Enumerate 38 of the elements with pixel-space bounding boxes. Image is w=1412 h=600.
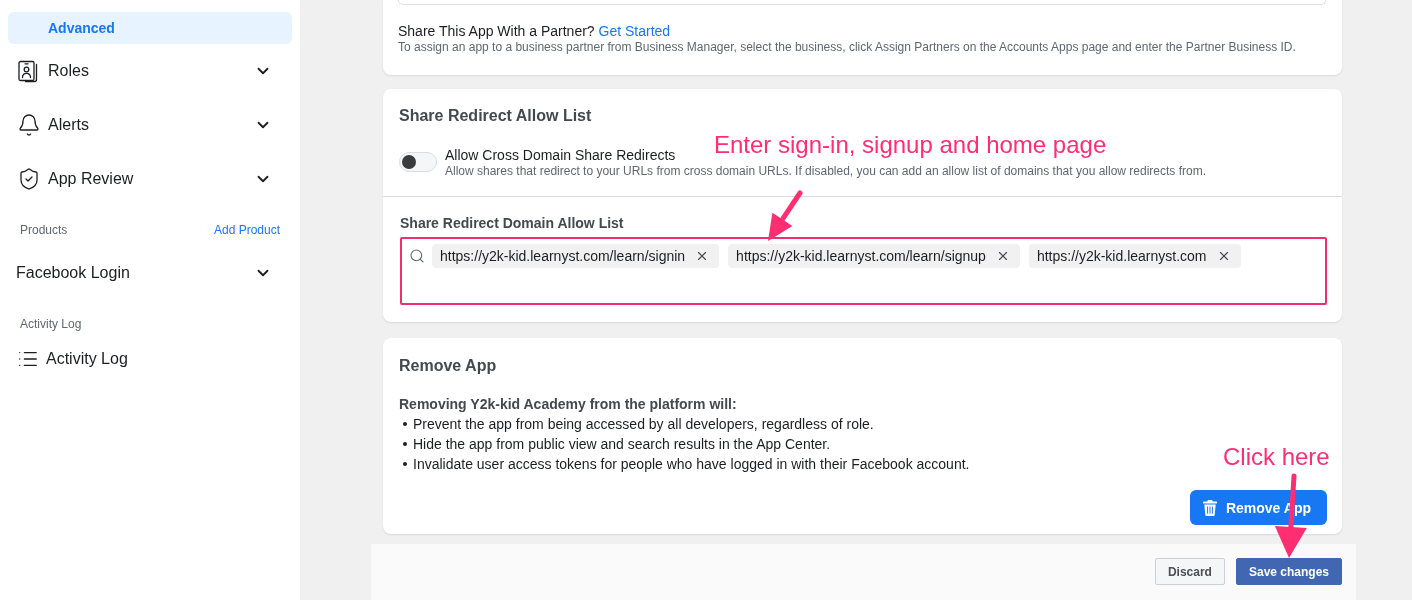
bullet-text: Prevent the app from being accessed by all developers, regardless of role. (413, 415, 874, 434)
partner-prompt: Share This App With a Partner? Get Started (398, 23, 671, 39)
section-label: Products (20, 223, 68, 237)
sidebar-item[interactable]: Roles (8, 44, 292, 98)
removal-intro: Removing Y2k-kid Academy from the platform will: (399, 395, 737, 414)
add-product-link[interactable]: Add Product (213, 223, 280, 237)
card-title: Share Redirect Allow List (399, 106, 592, 126)
save-button[interactable]: Save changes (1235, 558, 1342, 585)
discard-button[interactable]: Discard (1154, 558, 1225, 585)
field-label: Share Redirect Domain Allow List (400, 215, 624, 231)
toggle-label: Allow Cross Domain Share Redirects (445, 147, 676, 163)
annotation-text: Click here (1223, 443, 1330, 471)
get-started-link[interactable]: Get Started (598, 23, 671, 39)
sidebar-item[interactable]: Alerts (8, 98, 292, 152)
sidebar-item[interactable]: Facebook Login (8, 254, 292, 292)
shield-check-icon (17, 167, 41, 191)
sidebar-item[interactable]: Activity Log (8, 339, 292, 379)
domain-input-field[interactable]: https://y2k-kid.learnyst.com/learn/signin https://y2k-kid.learnyst.com/learn/signup https://y2k-kid.learnyst.com (400, 237, 1327, 305)
tag-text: https://y2k-kid.learnyst.com (1036, 248, 1207, 264)
bell-icon (17, 113, 41, 137)
bullet-text: Hide the app from public view and search results in the App Center. (413, 435, 831, 454)
section-label: Activity Log (20, 317, 82, 331)
partner-description: To assign an app to a business partner from Business Manager, select the business, click Assign Partners on the Accounts Apps page and enter the Partner Business ID. (398, 39, 1296, 55)
bullet-icon (403, 442, 407, 446)
tag-text: https://y2k-kid.learnyst.com/learn/signup (736, 248, 986, 264)
callout-arrow (768, 190, 803, 241)
bullet-icon (403, 422, 407, 426)
bullet-text: Invalidate user access tokens for people who have logged in with their Facebook account. (413, 455, 970, 474)
annotation-text: Enter sign-in, signup and home page (714, 131, 1107, 159)
trash-icon (1202, 499, 1217, 516)
toggle-description: Allow shares that redirect to your URLs from cross domain URLs. If disabled, you can add an allow list of domains that you allow redirects from. (445, 163, 1206, 179)
sidebar-item[interactable]: Advanced (8, 12, 292, 44)
tag-text: https://y2k-kid.learnyst.com/learn/signin (440, 248, 686, 264)
bullet-icon (403, 462, 407, 466)
toggle-switch[interactable] (399, 152, 437, 172)
card-title: Remove App (399, 356, 497, 376)
search-icon (409, 248, 425, 264)
sidebar-item[interactable]: App Review (8, 152, 292, 206)
